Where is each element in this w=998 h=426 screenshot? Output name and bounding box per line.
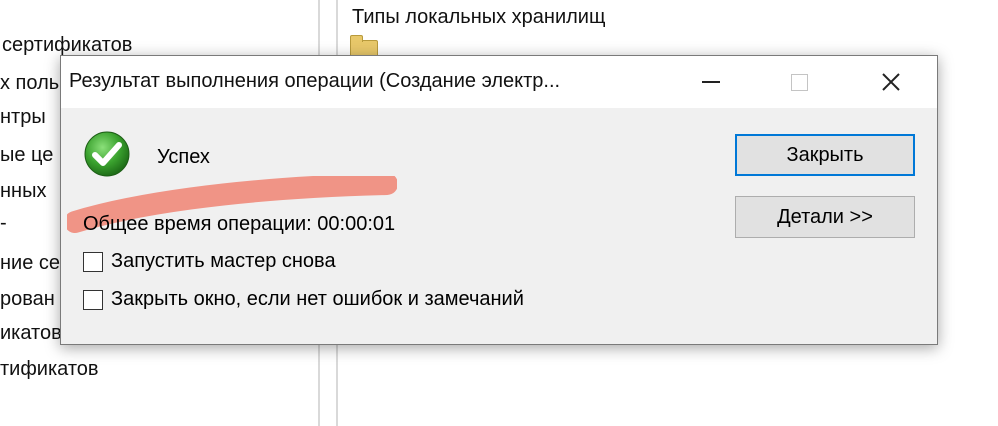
list-item[interactable]: Типы локальных хранилищ — [352, 6, 605, 29]
tree-item[interactable]: нтры — [0, 106, 46, 129]
details-button[interactable]: Детали >> — [735, 196, 915, 238]
tree-item[interactable]: икатов — [0, 322, 62, 345]
dialog-body: Успех Общее время операции: 00:00:01 Зап… — [61, 108, 937, 344]
maximize-button[interactable] — [775, 56, 823, 108]
maximize-icon — [790, 73, 808, 91]
restart-wizard-checkbox[interactable] — [83, 251, 103, 272]
tree-item[interactable]: ые це — [0, 144, 53, 167]
elapsed-time-text: Общее время операции: 00:00:01 — [83, 213, 396, 235]
close-icon — [882, 73, 900, 91]
dialog-titlebar[interactable]: Результат выполнения операции (Создание … — [61, 56, 937, 108]
tree-item[interactable]: нных — [0, 180, 46, 203]
checkbox-label: Закрыть окно, если нет ошибок и замечани… — [111, 288, 524, 310]
operation-result-dialog: Результат выполнения операции (Создание … — [60, 55, 938, 345]
dialog-title: Результат выполнения операции (Создание … — [69, 70, 561, 92]
success-check-icon — [84, 131, 130, 177]
screen: сертификатов х поль нтры ые це нных - ни… — [0, 0, 998, 426]
minimize-button[interactable] — [687, 56, 735, 108]
auto-close-checkbox[interactable] — [83, 289, 103, 310]
minimize-icon — [702, 81, 720, 83]
tree-item[interactable]: ние се — [0, 252, 60, 275]
tree-item[interactable]: сертификатов — [2, 34, 132, 57]
close-button[interactable]: Закрыть — [735, 134, 915, 176]
tree-item[interactable]: х поль — [0, 72, 59, 95]
close-window-button[interactable] — [867, 56, 915, 108]
tree-item[interactable]: рован — [0, 288, 55, 311]
restart-wizard-option[interactable]: Запустить мастер снова — [83, 250, 336, 273]
tree-item[interactable]: - — [0, 212, 7, 235]
auto-close-option[interactable]: Закрыть окно, если нет ошибок и замечани… — [83, 288, 524, 311]
status-label: Успех — [157, 146, 210, 168]
checkbox-label: Запустить мастер снова — [111, 250, 336, 272]
tree-item[interactable]: тификатов — [0, 358, 99, 381]
